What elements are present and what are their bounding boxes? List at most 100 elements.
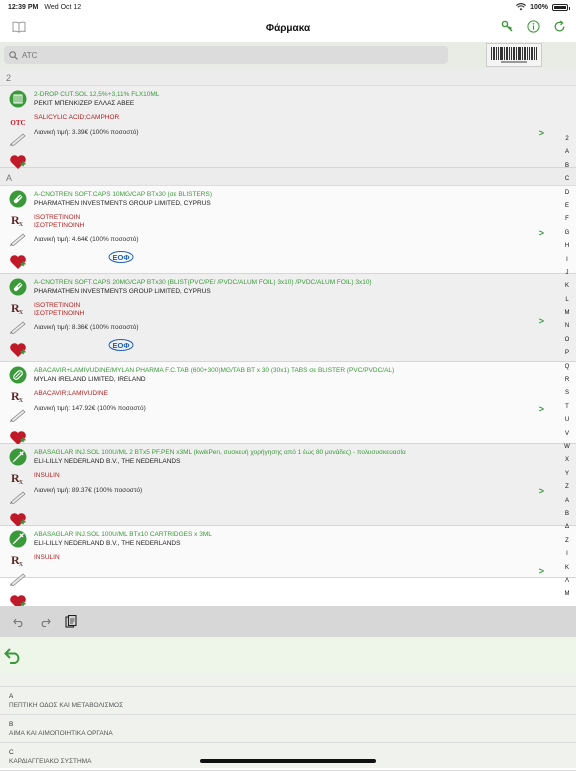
category-icon: Rx: [10, 301, 26, 317]
refresh-icon[interactable]: [552, 19, 566, 33]
heart-plus-icon[interactable]: [9, 254, 27, 275]
rx-icon: Rx: [10, 553, 26, 572]
rx-icon: Rx: [10, 471, 26, 490]
index-letter[interactable]: Δ: [565, 521, 569, 534]
svg-text:ΕΟΦ: ΕΟΦ: [113, 253, 130, 262]
index-letter[interactable]: D: [565, 187, 569, 200]
book-icon[interactable]: [12, 21, 26, 33]
section-header: 2: [0, 68, 576, 86]
key-icon[interactable]: [500, 19, 514, 33]
home-indicator[interactable]: [200, 759, 376, 763]
otc-badge: OTC: [10, 118, 26, 127]
medicine-list[interactable]: 2 OTC 2-DROP CUT.SOL 12,5%+3,11% FLX10ML PE…: [0, 68, 576, 606]
substance-name: INSULIN: [34, 472, 60, 479]
index-letter[interactable]: C: [565, 173, 569, 186]
index-letter[interactable]: T: [565, 401, 569, 414]
clipboard-icon: [65, 615, 77, 628]
index-letter[interactable]: Z: [565, 481, 569, 494]
index-letter[interactable]: W: [564, 441, 570, 454]
search-input[interactable]: [22, 50, 422, 60]
index-letter[interactable]: Κ: [565, 562, 569, 575]
chevron-right-icon[interactable]: >: [539, 486, 544, 496]
medicine-row[interactable]: Rx A-CNOTREN SOFT.CAPS 10MG/CAP BTx30 (σε…: [0, 186, 576, 274]
nav-actions: [500, 19, 566, 33]
index-letter[interactable]: M: [565, 307, 570, 320]
medicine-row[interactable]: Rx ABASAGLAR INJ.SOL 100U/ML BTx10 CARTRI…: [0, 526, 576, 606]
index-letter[interactable]: S: [565, 387, 569, 400]
index-letter[interactable]: X: [565, 454, 569, 467]
chevron-right-icon[interactable]: >: [539, 316, 544, 326]
retail-price: Λιανική τιμή: 4.64€ (100% ποσοστό): [34, 236, 139, 243]
index-letter[interactable]: Μ: [565, 588, 570, 601]
index-letter[interactable]: Ζ: [565, 535, 569, 548]
index-letter[interactable]: P: [565, 347, 569, 360]
index-letter[interactable]: H: [565, 240, 569, 253]
active-substances: INSULIN: [34, 554, 576, 562]
chevron-right-icon[interactable]: >: [539, 404, 544, 414]
heart-plus-icon[interactable]: [9, 154, 27, 175]
index-letter[interactable]: L: [565, 294, 568, 307]
pen-icon: [9, 132, 27, 151]
retail-price: Λιανική τιμή: 147.92€ (100% ποσοστό): [34, 404, 146, 412]
chevron-right-icon[interactable]: >: [539, 128, 544, 138]
index-letter[interactable]: V: [565, 428, 569, 441]
index-letter[interactable]: A: [565, 146, 569, 159]
alphabet-index[interactable]: 2ABCDEFGHIJKLMNOPQRSTUVWXYZΑΒΔΖΙΚΛΜ: [560, 133, 574, 602]
eof-badge: ΕΟΦΕΟΦ: [108, 250, 576, 268]
index-letter[interactable]: I: [566, 254, 568, 267]
active-substances: ISOTRETINOIN ΙΣΟΤΡΕΤΙΝΟΙΝΗ: [34, 302, 576, 317]
medicine-row[interactable]: Rx ABASAGLAR INJ.SOL 100U/ML 2 BTx5 PF.PE…: [0, 444, 576, 527]
index-letter[interactable]: 2: [565, 133, 568, 146]
substance-name: SALICYLIC ACID;CAMPHOR: [34, 114, 120, 121]
medicine-row[interactable]: Rx ABACAVIR+LAMIVUDINE/MYLAN PHARMA F.C.T…: [0, 362, 576, 445]
index-letter[interactable]: Α: [565, 495, 569, 508]
index-letter[interactable]: Λ: [565, 575, 569, 588]
category-icon: OTC: [10, 116, 25, 129]
pen-icon: [9, 232, 27, 251]
back-arrow-icon[interactable]: [4, 646, 22, 664]
redo-button[interactable]: [38, 615, 52, 629]
rx-icon: Rx: [10, 213, 26, 232]
index-letter[interactable]: U: [565, 414, 569, 427]
index-letter[interactable]: N: [565, 320, 569, 333]
active-substances: ABACAVIR;LAMIVUDINE: [34, 390, 576, 398]
index-letter[interactable]: E: [565, 200, 569, 213]
paste-button[interactable]: [64, 615, 78, 629]
index-letter[interactable]: B: [565, 160, 569, 173]
index-letter[interactable]: Β: [565, 508, 569, 521]
retail-price: Λιανική τιμή: 3.39€ (100% ποσοστό): [34, 128, 139, 136]
index-letter[interactable]: Y: [565, 468, 569, 481]
atc-list-spacer: [0, 673, 576, 687]
index-letter[interactable]: J: [566, 267, 569, 280]
capsule-icon: [9, 278, 27, 301]
atc-item-a[interactable]: A ΠΕΠΤΙΚΗ ΟΔΟΣ ΚΑΙ ΜΕΤΑΒΟΛΙΣΜΟΣ: [0, 687, 576, 715]
company-name: PHARMATHEN INVESTMENTS GROUP LIMITED, CY…: [34, 288, 211, 295]
index-letter[interactable]: G: [565, 227, 570, 240]
wifi-icon: [516, 3, 527, 11]
substance-name: ISOTRETINOIN: [34, 302, 81, 309]
atc-item-c[interactable]: C ΚΑΡΔΙΑΓΓΕΙΑΚΟ ΣΥΣΤΗΜΑ: [0, 743, 576, 771]
index-letter[interactable]: Q: [565, 361, 570, 374]
atc-item-b[interactable]: B ΑΙΜΑ ΚΑΙ ΑΙΜΟΠΟΙΗΤΙΚΑ ΟΡΓΑΝΑ: [0, 715, 576, 743]
index-letter[interactable]: K: [565, 280, 569, 293]
chevron-right-icon[interactable]: >: [539, 228, 544, 238]
heart-plus-icon[interactable]: [9, 594, 27, 606]
undo-button[interactable]: [12, 615, 26, 629]
search-icon: [9, 50, 18, 60]
active-substances: INSULIN: [34, 472, 576, 480]
index-letter[interactable]: F: [565, 213, 569, 226]
index-letter[interactable]: O: [565, 334, 570, 347]
index-letter[interactable]: R: [565, 374, 569, 387]
active-substances: ISOTRETINOIN ΙΣΟΤΡΕΤΙΝΟΙΝΗ: [34, 214, 576, 229]
toolbar: [0, 606, 576, 637]
chevron-right-icon[interactable]: >: [539, 566, 544, 576]
medicine-row[interactable]: Rx A-CNOTREN SOFT.CAPS 20MG/CAP BTx30 (BL…: [0, 274, 576, 362]
search-field[interactable]: [4, 46, 448, 64]
medicine-row[interactable]: OTC 2-DROP CUT.SOL 12,5%+3,11% FLX10ML PEK…: [0, 86, 576, 169]
heart-plus-icon[interactable]: [9, 342, 27, 363]
category-icon: Rx: [10, 553, 26, 572]
index-letter[interactable]: Ι: [566, 548, 568, 561]
barcode-icon: [491, 47, 537, 63]
info-icon[interactable]: [526, 19, 540, 33]
barcode-scan-button[interactable]: [486, 43, 542, 67]
